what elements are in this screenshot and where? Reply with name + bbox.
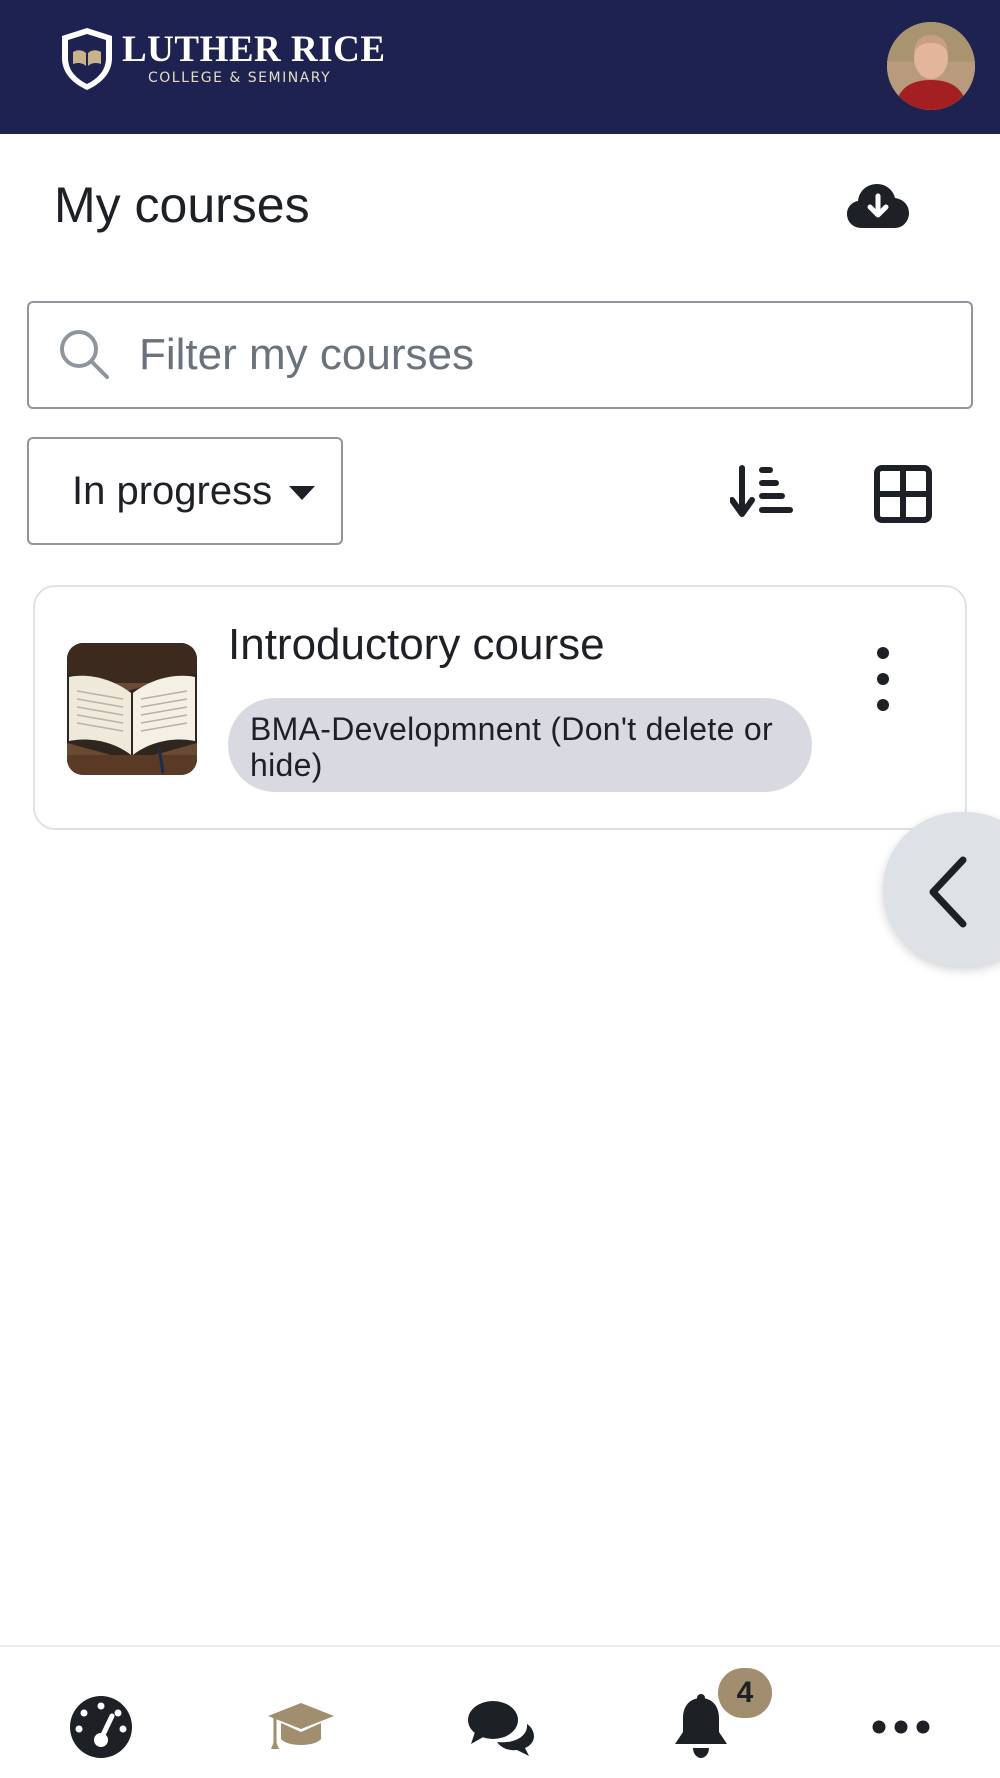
graduation-cap-icon: [268, 1703, 334, 1749]
course-card[interactable]: Introductory course BMA-Developmnent (Do…: [33, 585, 967, 830]
course-title[interactable]: Introductory course: [228, 620, 605, 670]
shield-logo-icon: [62, 28, 112, 90]
more-icon: [872, 1720, 930, 1734]
sort-button[interactable]: [729, 462, 794, 522]
cloud-download-icon: [847, 184, 909, 228]
chevron-left-icon: [929, 856, 967, 928]
user-avatar[interactable]: [887, 22, 975, 110]
dot-icon: [877, 647, 889, 659]
course-filter-dropdown[interactable]: In progress: [27, 437, 343, 545]
download-button[interactable]: [846, 178, 910, 234]
nav-my-courses[interactable]: [261, 1687, 341, 1767]
avatar-photo: [887, 22, 975, 110]
nav-more[interactable]: [861, 1687, 941, 1767]
nav-messages[interactable]: [461, 1687, 541, 1767]
grid-view-icon: [874, 465, 932, 523]
top-navbar: LUTHER RICE COLLEGE & SEMINARY: [0, 0, 1000, 134]
notification-count-badge: 4: [718, 1668, 772, 1718]
search-input[interactable]: [139, 330, 939, 380]
course-actions-menu[interactable]: [865, 641, 901, 717]
open-book-image: [67, 643, 197, 775]
course-image[interactable]: [67, 643, 197, 775]
open-drawer-button[interactable]: [883, 812, 1000, 966]
chevron-down-icon: [289, 486, 315, 500]
view-mode-button[interactable]: [874, 465, 932, 523]
dashboard-icon: [70, 1696, 132, 1758]
logo-subtitle: COLLEGE & SEMINARY: [148, 70, 332, 86]
nav-dashboard[interactable]: [61, 1687, 141, 1767]
dot-icon: [877, 673, 889, 685]
search-icon: [60, 330, 109, 379]
page-title: My courses: [54, 177, 310, 233]
search-box[interactable]: [27, 301, 973, 409]
course-category-badge: BMA-Developmnent (Don't delete or hide): [228, 698, 812, 792]
filter-selected-value: In progress: [72, 468, 273, 513]
site-logo[interactable]: LUTHER RICE COLLEGE & SEMINARY: [58, 26, 386, 92]
sort-descending-icon: [729, 465, 793, 517]
messages-icon: [468, 1701, 534, 1756]
dot-icon: [877, 699, 889, 711]
logo-name: LUTHER RICE: [122, 29, 386, 70]
bottom-navigation: [0, 1645, 1000, 1778]
